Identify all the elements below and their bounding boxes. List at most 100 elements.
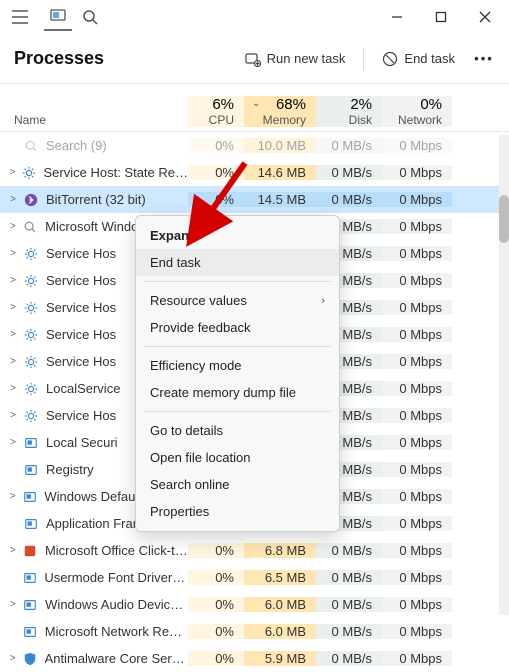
expand-chevron-icon[interactable]: > [6,599,20,610]
ctx-provide-feedback[interactable]: Provide feedback [136,314,339,341]
table-row[interactable]: >BitTorrent (32 bit)0%14.5 MB0 MB/s0 Mbp… [0,186,509,213]
process-name: Service Hos [46,246,116,261]
table-row[interactable]: Usermode Font Driver H...0%6.5 MB0 MB/s0… [0,564,509,591]
cpu-value: 0% [188,570,244,585]
processes-tab-icon[interactable] [44,3,72,31]
process-name: Service Hos [46,273,116,288]
memory-value: 6.5 MB [244,570,316,585]
table-row[interactable]: >Antimalware Core Service0%5.9 MB0 MB/s0… [0,645,509,672]
ctx-memory-dump[interactable]: Create memory dump file [136,379,339,406]
cpu-value: 0% [188,543,244,558]
run-new-task-label: Run new task [267,51,346,66]
disk-value: 0 MB/s [316,543,382,558]
cpu-value: 0% [188,597,244,612]
network-value: 0 Mbps [382,597,452,612]
memory-value: 6.8 MB [244,543,316,558]
network-value: 0 Mbps [382,435,452,450]
process-icon [21,164,38,182]
table-row[interactable]: >Windows Audio Device ...0%6.0 MB0 MB/s0… [0,591,509,618]
column-header-disk[interactable]: 2% Disk [316,96,382,127]
process-name: Microsoft Network Realt... [45,624,188,639]
network-value: 0 Mbps [382,246,452,261]
process-icon [22,596,40,614]
cpu-value: 0% [188,192,244,207]
process-icon [22,272,40,290]
process-icon [21,569,38,587]
expand-chevron-icon[interactable]: > [6,653,19,664]
expand-chevron-icon[interactable]: > [6,383,20,394]
network-value: 0 Mbps [382,462,452,477]
column-header-cpu[interactable]: 6% CPU [188,96,244,127]
run-new-task-button[interactable]: Run new task [235,45,356,73]
expand-chevron-icon[interactable]: > [6,194,20,205]
process-icon [22,542,39,560]
network-value: 0 Mbps [382,570,452,585]
network-value: 0 Mbps [382,327,452,342]
process-icon [22,299,40,317]
ctx-expand[interactable]: Expand [136,222,339,249]
disk-value: 0 MB/s [316,597,382,612]
expand-chevron-icon[interactable]: > [6,545,20,556]
titlebar [0,0,509,34]
process-name: BitTorrent (32 bit) [46,192,146,207]
process-name: LocalService [46,381,120,396]
column-header-memory[interactable]: ⌄ 68% Memory [244,96,316,127]
scrollbar-thumb[interactable] [499,195,509,243]
memory-value: 6.0 MB [244,624,316,639]
network-value: 0 Mbps [382,408,452,423]
table-row[interactable]: >Service Host: State Repo...0%14.6 MB0 M… [0,159,509,186]
ctx-open-file-location[interactable]: Open file location [136,444,339,471]
process-icon [22,407,40,425]
network-value: 0 Mbps [382,300,452,315]
network-value: 0 Mbps [382,624,452,639]
page-title: Processes [14,48,104,69]
expand-chevron-icon[interactable]: > [6,410,20,421]
cpu-value: 0% [188,624,244,639]
minimize-button[interactable] [375,2,419,32]
column-header-name[interactable]: Name [0,113,188,127]
expand-chevron-icon[interactable]: > [6,329,20,340]
expand-chevron-icon[interactable]: > [6,275,20,286]
ctx-efficiency-mode[interactable]: Efficiency mode [136,352,339,379]
chevron-right-icon: › [321,295,325,307]
expand-chevron-icon[interactable]: > [6,491,19,502]
expand-chevron-icon[interactable]: > [6,302,20,313]
expand-chevron-icon[interactable]: > [6,248,20,259]
process-name: Service Hos [46,408,116,423]
table-row[interactable]: > Microsoft Office Click-to...0%6.8 MB0 M… [0,537,509,564]
expand-chevron-icon[interactable]: > [6,221,20,232]
table-row[interactable]: Microsoft Network Realt...0%6.0 MB0 MB/s… [0,618,509,645]
ctx-resource-values[interactable]: Resource values› [136,287,339,314]
ctx-search-online[interactable]: Search online [136,471,339,498]
table-row[interactable]: Search (9)0%10.0 MB0 MB/s0 Mbps [0,132,509,159]
disk-value: 0 MB/s [316,138,382,153]
end-task-label: End task [404,51,455,66]
memory-value: 5.9 MB [244,651,316,666]
close-button[interactable] [463,2,507,32]
network-value: 0 Mbps [382,651,452,666]
ctx-end-task[interactable]: End task [136,249,339,276]
search-icon[interactable] [82,9,98,25]
expand-chevron-icon[interactable]: > [6,356,20,367]
network-value: 0 Mbps [382,354,452,369]
network-value: 0 Mbps [382,192,452,207]
cpu-value: 0% [188,138,244,153]
process-icon [22,461,40,479]
process-icon [22,434,40,452]
end-task-button[interactable]: End task [372,45,465,73]
process-icon [21,488,38,506]
maximize-button[interactable] [419,2,463,32]
process-name: Microsoft Office Click-to... [45,543,188,558]
column-header-network[interactable]: 0% Network [382,96,452,127]
expand-chevron-icon[interactable]: > [6,167,19,178]
process-icon [22,191,40,209]
memory-value: 14.5 MB [244,192,316,207]
menu-icon[interactable] [6,3,34,31]
expand-chevron-icon[interactable]: > [6,437,20,448]
ctx-go-to-details[interactable]: Go to details [136,417,339,444]
ctx-sep [144,281,331,282]
more-button[interactable]: ••• [469,44,499,74]
ctx-properties[interactable]: Properties [136,498,339,525]
column-headers: Name 6% CPU ⌄ 68% Memory 2% Disk 0% Netw… [0,84,509,132]
memory-value: 14.6 MB [244,165,316,180]
